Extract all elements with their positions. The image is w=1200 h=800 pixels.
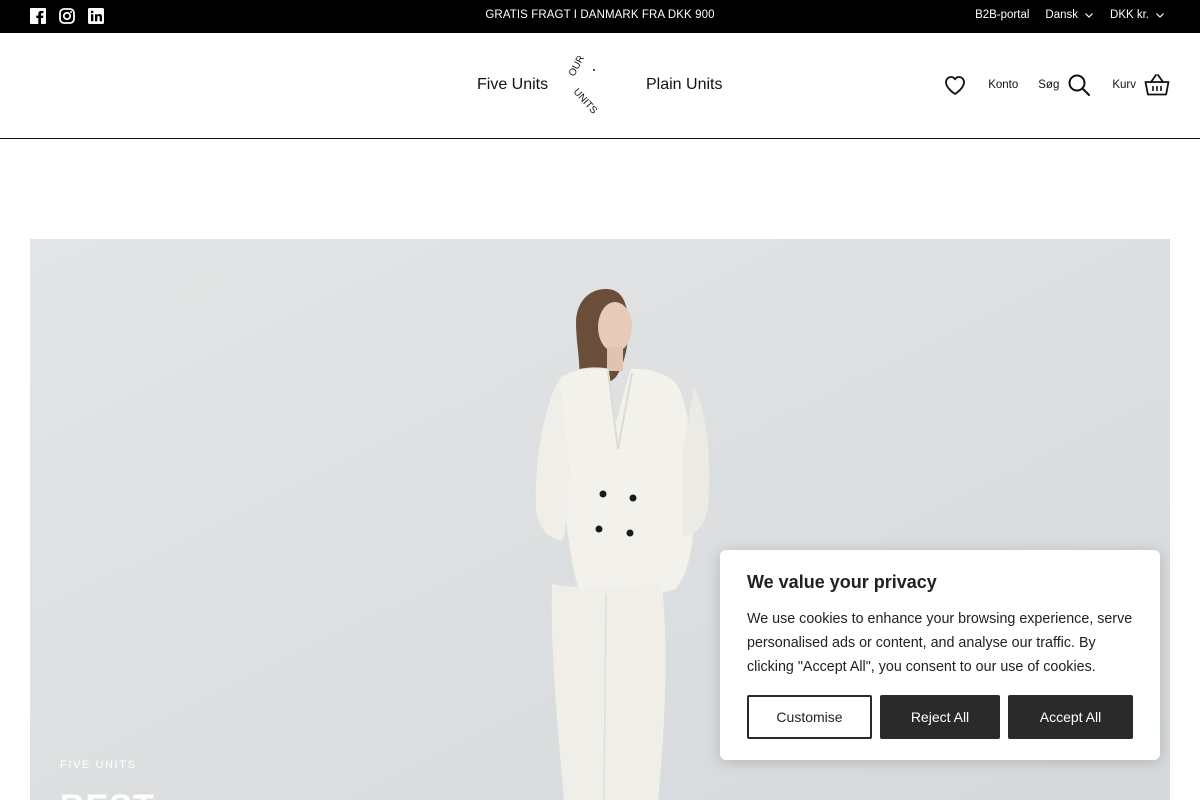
b2b-portal-link[interactable]: B2B-portal: [975, 9, 1029, 21]
cart-label: Kurv: [1112, 79, 1136, 91]
our-units-logo[interactable]: OUR UNITS: [563, 56, 625, 116]
cart-button[interactable]: Kurv: [1112, 73, 1170, 97]
cookie-description: We use cookies to enhance your browsing …: [747, 611, 1133, 675]
account-link[interactable]: Konto: [988, 79, 1018, 91]
currency-selector[interactable]: DKK kr.: [1110, 9, 1165, 21]
hero-eyebrow: FIVE UNITS: [60, 759, 137, 771]
header-actions: Konto Søg Kurv: [943, 73, 1170, 97]
cookie-title: We value your privacy: [747, 572, 937, 592]
wishlist-heart-icon[interactable]: [943, 74, 967, 96]
customise-button[interactable]: Customise: [747, 695, 872, 739]
reject-all-button[interactable]: Reject All: [880, 695, 1000, 739]
logo-dot: [593, 69, 595, 71]
language-label: Dansk: [1045, 9, 1079, 21]
search-label: Søg: [1038, 79, 1060, 91]
accept-all-button[interactable]: Accept All: [1008, 695, 1133, 739]
logo-text-bottom: UNITS: [571, 87, 599, 116]
chevron-down-icon: [1085, 13, 1093, 18]
b2b-portal-label: B2B-portal: [975, 9, 1030, 21]
top-utility-links: B2B-portal Dansk DKK kr.: [975, 9, 1165, 21]
language-selector[interactable]: Dansk: [1045, 9, 1094, 21]
announcement-bar: GRATIS FRAGT I DANMARK FRA DKK 900 B2B-p…: [0, 0, 1200, 33]
shopping-basket-icon: [1144, 74, 1170, 96]
site-header: Five Units OUR UNITS Plain Units Konto S…: [0, 33, 1200, 139]
nav-five-units[interactable]: Five Units: [477, 76, 548, 94]
search-button[interactable]: Søg: [1038, 73, 1091, 97]
hero-title: BEST: [60, 788, 155, 800]
logo-text-top: OUR: [567, 56, 587, 78]
cookie-consent-banner: We value your privacy We use cookies to …: [720, 550, 1160, 760]
chevron-down-icon: [1156, 13, 1164, 18]
currency-label: DKK kr.: [1110, 9, 1149, 21]
nav-plain-units[interactable]: Plain Units: [646, 76, 722, 94]
search-icon: [1068, 74, 1091, 96]
